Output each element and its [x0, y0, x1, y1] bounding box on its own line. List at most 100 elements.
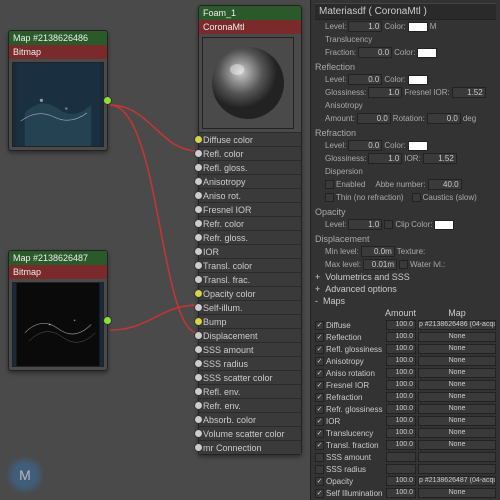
- slot-sss-amount[interactable]: SSS amount: [199, 342, 301, 356]
- map-enable-checkbox[interactable]: ✓: [315, 477, 324, 486]
- clip-checkbox[interactable]: [384, 220, 393, 229]
- map-enable-checkbox[interactable]: ✓: [315, 393, 324, 402]
- opacity-color-swatch[interactable]: [434, 220, 454, 230]
- input-socket[interactable]: [194, 233, 203, 242]
- map-slot-button[interactable]: None: [418, 380, 496, 390]
- thin-checkbox[interactable]: [325, 193, 334, 202]
- input-socket[interactable]: [194, 303, 203, 312]
- disp-min-spinner[interactable]: 0.0m: [361, 246, 395, 257]
- map-enable-checkbox[interactable]: ✓: [315, 369, 324, 378]
- slot-anisotropy[interactable]: Anisotropy: [199, 174, 301, 188]
- input-socket[interactable]: [194, 247, 203, 256]
- map-slot-button[interactable]: None: [418, 344, 496, 354]
- map-slot-button[interactable]: None: [418, 392, 496, 402]
- bitmap-node-2[interactable]: Map #2138626487 Bitmap: [8, 250, 108, 371]
- input-socket[interactable]: [194, 261, 203, 270]
- refl-gloss-spinner[interactable]: 1.0: [368, 87, 402, 98]
- slot-aniso-rot-[interactable]: Aniso rot.: [199, 188, 301, 202]
- material-node[interactable]: Foam_1 CoronaMtl Diffuse colorRefl. colo…: [198, 5, 302, 455]
- slot-fresnel-ior[interactable]: Fresnel IOR: [199, 202, 301, 216]
- refl-color-swatch[interactable]: [408, 75, 428, 85]
- slot-sss-radius[interactable]: SSS radius: [199, 356, 301, 370]
- map-enable-checkbox[interactable]: ✓: [315, 405, 324, 414]
- input-socket[interactable]: [194, 415, 203, 424]
- map-enable-checkbox[interactable]: ✓: [315, 489, 324, 498]
- input-socket[interactable]: [194, 401, 203, 410]
- output-socket[interactable]: [103, 96, 112, 105]
- diffuse-color-swatch[interactable]: [408, 22, 428, 32]
- slot-refl-gloss-[interactable]: Refl. gloss.: [199, 160, 301, 174]
- advanced-rollout[interactable]: + Advanced options: [315, 283, 496, 295]
- map-amount-spinner[interactable]: 100.0: [386, 332, 416, 342]
- input-socket[interactable]: [194, 289, 203, 298]
- slot-sss-scatter-color[interactable]: SSS scatter color: [199, 370, 301, 384]
- map-amount-spinner[interactable]: 100.0: [386, 440, 416, 450]
- map-amount-spinner[interactable]: 100.0: [386, 392, 416, 402]
- input-socket[interactable]: [194, 205, 203, 214]
- slot-transl-color[interactable]: Transl. color: [199, 258, 301, 272]
- map-amount-spinner[interactable]: 100.0: [386, 416, 416, 426]
- map-slot-button[interactable]: p #2138626487 (04-acqua-Hi.b: [418, 476, 496, 486]
- slot-transl-frac-[interactable]: Transl. frac.: [199, 272, 301, 286]
- slot-self-illum-[interactable]: Self-illum.: [199, 300, 301, 314]
- map-enable-checkbox[interactable]: ✓: [315, 417, 324, 426]
- map-amount-spinner[interactable]: 100.0: [386, 428, 416, 438]
- map-amount-spinner[interactable]: 100.0: [386, 368, 416, 378]
- slot-opacity-color[interactable]: Opacity color: [199, 286, 301, 300]
- opacity-spinner[interactable]: 1.0: [348, 219, 382, 230]
- map-slot-button[interactable]: None: [418, 404, 496, 414]
- map-enable-checkbox[interactable]: ✓: [315, 333, 324, 342]
- map-enable-checkbox[interactable]: ✓: [315, 357, 324, 366]
- ior-spinner[interactable]: 1.52: [423, 153, 457, 164]
- map-enable-checkbox[interactable]: [315, 465, 324, 474]
- map-slot-button[interactable]: p #2138626486 (04-acqua-Hi.jp: [418, 320, 496, 330]
- volumetrics-rollout[interactable]: + Volumetrics and SSS: [315, 271, 496, 283]
- input-socket[interactable]: [194, 429, 203, 438]
- input-socket[interactable]: [194, 149, 203, 158]
- refl-level-spinner[interactable]: 0.0: [348, 74, 382, 85]
- map-enable-checkbox[interactable]: [315, 453, 324, 462]
- map-slot-button[interactable]: None: [418, 416, 496, 426]
- input-socket[interactable]: [194, 443, 203, 452]
- input-socket[interactable]: [194, 359, 203, 368]
- slot-refl-color[interactable]: Refl. color: [199, 146, 301, 160]
- disp-max-spinner[interactable]: 0.01m: [363, 259, 397, 270]
- level-spinner[interactable]: 1.0: [348, 21, 382, 32]
- map-amount-spinner[interactable]: 100.0: [386, 380, 416, 390]
- map-enable-checkbox[interactable]: ✓: [315, 441, 324, 450]
- slot-ior[interactable]: IOR: [199, 244, 301, 258]
- slot-displacement[interactable]: Displacement: [199, 328, 301, 342]
- refr-gloss-spinner[interactable]: 1.0: [368, 153, 402, 164]
- input-socket[interactable]: [194, 275, 203, 284]
- map-enable-checkbox[interactable]: ✓: [315, 345, 324, 354]
- map-amount-spinner[interactable]: 100.0: [386, 404, 416, 414]
- map-amount-spinner[interactable]: [386, 452, 416, 462]
- aniso-spinner[interactable]: 0.0: [357, 113, 391, 124]
- transl-color-swatch[interactable]: [417, 48, 437, 58]
- maps-rollout[interactable]: - Maps: [315, 295, 496, 307]
- slot-refr-gloss-[interactable]: Refr. gloss.: [199, 230, 301, 244]
- slot-refl-env-[interactable]: Refl. env.: [199, 384, 301, 398]
- water-checkbox[interactable]: [399, 260, 408, 269]
- caustics-checkbox[interactable]: [412, 193, 421, 202]
- map-amount-spinner[interactable]: 100.0: [386, 356, 416, 366]
- map-slot-button[interactable]: None: [418, 440, 496, 450]
- input-socket[interactable]: [194, 135, 203, 144]
- input-socket[interactable]: [194, 373, 203, 382]
- bitmap-node-1[interactable]: Map #2138626486 Bitmap: [8, 30, 108, 151]
- slot-bump[interactable]: Bump: [199, 314, 301, 328]
- slot-diffuse-color[interactable]: Diffuse color: [199, 132, 301, 146]
- map-amount-spinner[interactable]: [386, 464, 416, 474]
- map-amount-spinner[interactable]: 100.0: [386, 320, 416, 330]
- map-slot-button[interactable]: [418, 464, 496, 474]
- map-enable-checkbox[interactable]: ✓: [315, 429, 324, 438]
- input-socket[interactable]: [194, 177, 203, 186]
- map-slot-button[interactable]: None: [418, 356, 496, 366]
- map-enable-checkbox[interactable]: ✓: [315, 381, 324, 390]
- map-slot-button[interactable]: None: [418, 332, 496, 342]
- slot-volume-scatter-color[interactable]: Volume scatter color: [199, 426, 301, 440]
- input-socket[interactable]: [194, 317, 203, 326]
- dispersion-checkbox[interactable]: [325, 180, 334, 189]
- refr-color-swatch[interactable]: [408, 141, 428, 151]
- map-amount-spinner[interactable]: 100.0: [386, 476, 416, 486]
